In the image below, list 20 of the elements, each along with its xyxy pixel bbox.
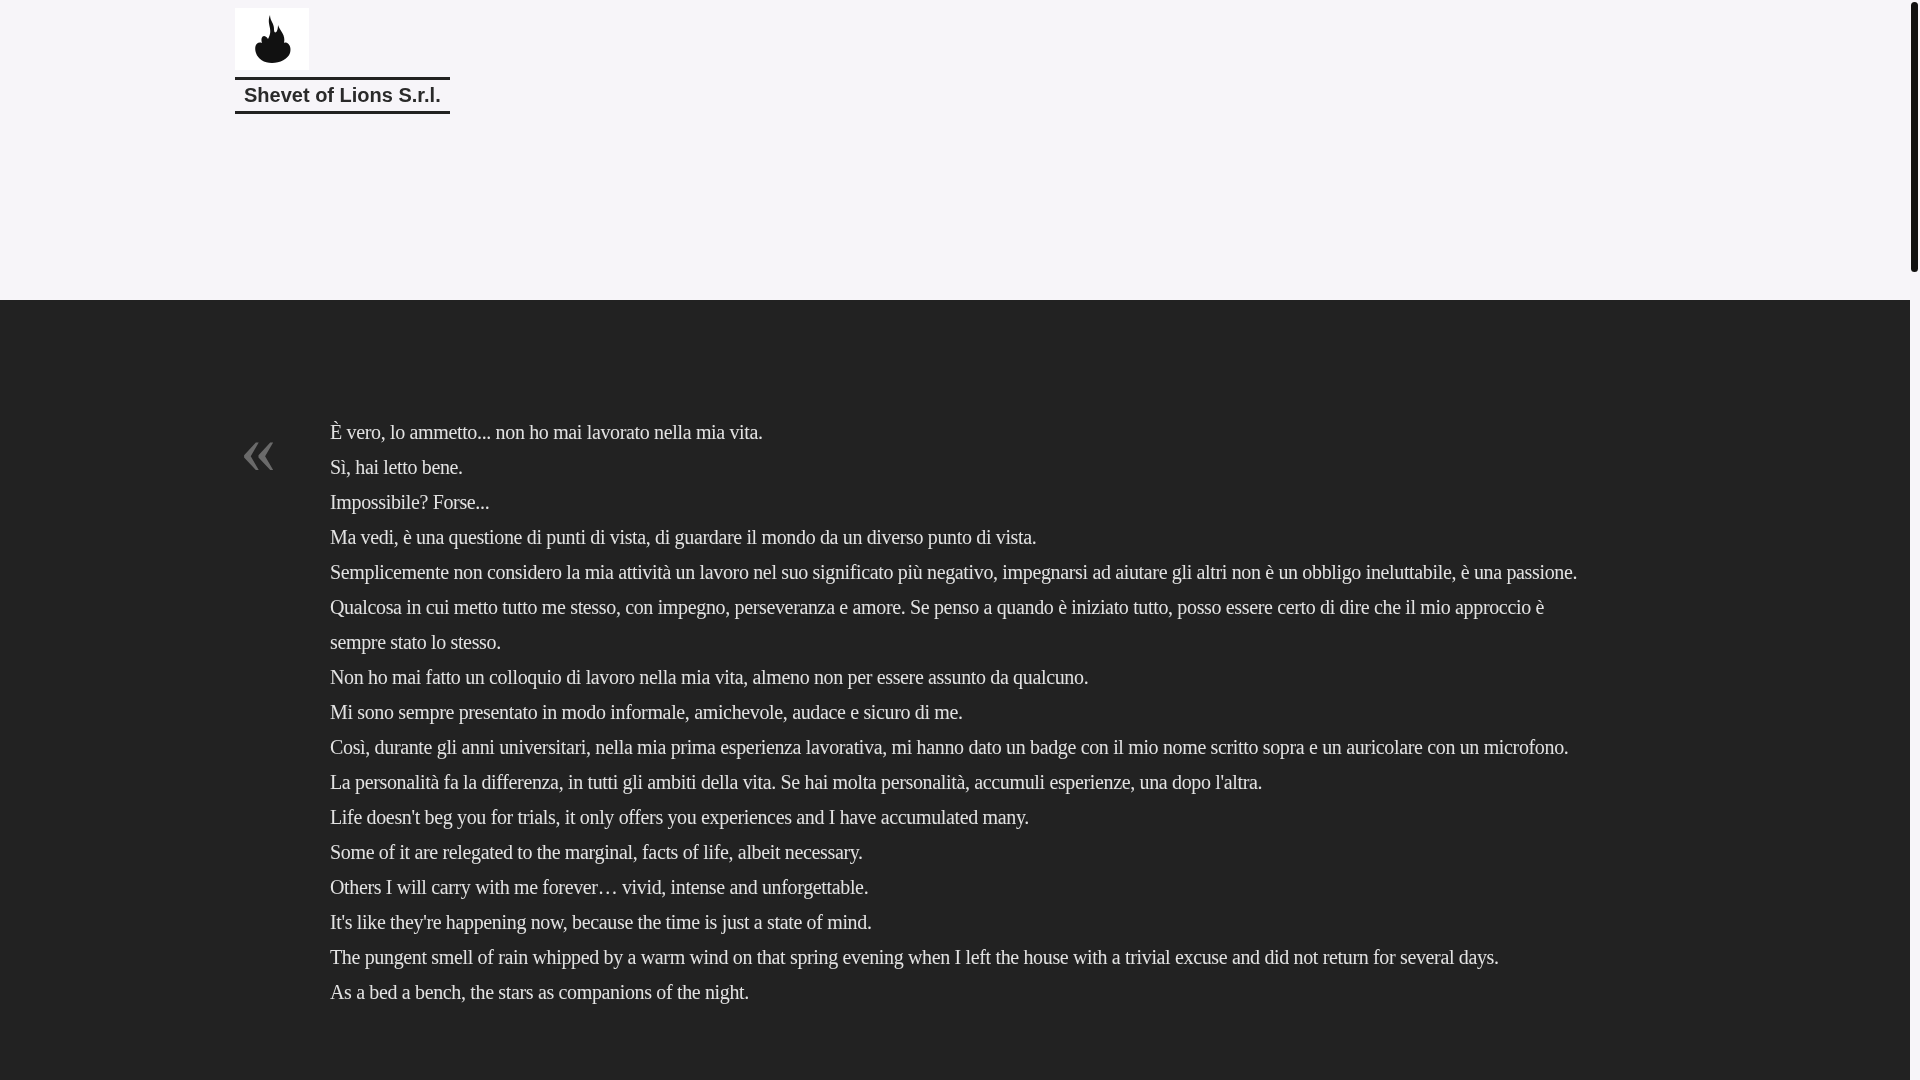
quote-mark: « bbox=[240, 413, 277, 491]
quote-paragraph: It's like they're happening now, because the time is just a state of mind. bbox=[330, 910, 873, 936]
quote-paragraph: La personalità fa la differenza, in tutti gli ambiti della vita. Se hai molta personalità, accumuli esperienze, una dopo l'altra. bbox=[330, 770, 1264, 796]
quote-paragraph: Life doesn't beg you for trials, it only offers you experiences and I have accumulated many. bbox=[330, 805, 1030, 831]
logo-tile[interactable] bbox=[235, 8, 309, 70]
quote-paragraph: È vero, lo ammetto... non ho mai lavorato nella mia vita. bbox=[330, 420, 764, 445]
quote-paragraph: Some of it are relegated to the marginal, facts of life, albeit necessary. bbox=[330, 840, 864, 866]
quote-paragraph: Semplicemente non considero la mia attività un lavoro nel suo significato più negativo, impegnarsi ad aiutare gli altri non è un obbligo ineluttabile, è una passione. bbox=[330, 560, 1579, 586]
quote-paragraph: Others I will carry with me forever… vivid, intense and unforgettable. bbox=[330, 875, 870, 901]
company-name[interactable]: Shevet of Lions S.r.l. bbox=[235, 77, 450, 114]
quote-paragraph: Mi sono sempre presentato in modo informale, amichevole, audace e sicuro di me. bbox=[330, 700, 964, 726]
quote-paragraph: Ma vedi, è una questione di punti di vista, di guardare il mondo da un diverso punto di vista. bbox=[330, 525, 1038, 551]
quote-paragraph: As a bed a bench, the stars as companions of the night. bbox=[330, 980, 750, 1006]
quote-paragraph: Sì, hai letto bene. bbox=[330, 455, 464, 480]
quote-paragraph: The pungent smell of rain whipped by a warm wind on that spring evening when I left the house with a trivial excuse and did not return for several days. bbox=[330, 945, 1500, 971]
quote-paragraph: Così, durante gli anni universitari, nella mia prima esperienza lavorativa, mi hanno dato un badge con il mio nome scritto sopra e un auricolare con un microfono. bbox=[330, 735, 1570, 761]
quote-paragraph: Impossibile? Forse... bbox=[330, 490, 491, 516]
scrollbar-thumb[interactable] bbox=[1911, 2, 1918, 272]
quote-paragraph: Qualcosa in cui metto tutto me stesso, con impegno, perseveranza e amore. Se penso a quando è iniziato tutto, posso essere certo di dire che il mio approccio è sempre stato lo stesso. bbox=[330, 595, 1545, 656]
quote-paragraph: Non ho mai fatto un colloquio di lavoro nella mia vita, almeno non per essere assunto da qualcuno. bbox=[330, 665, 1090, 691]
